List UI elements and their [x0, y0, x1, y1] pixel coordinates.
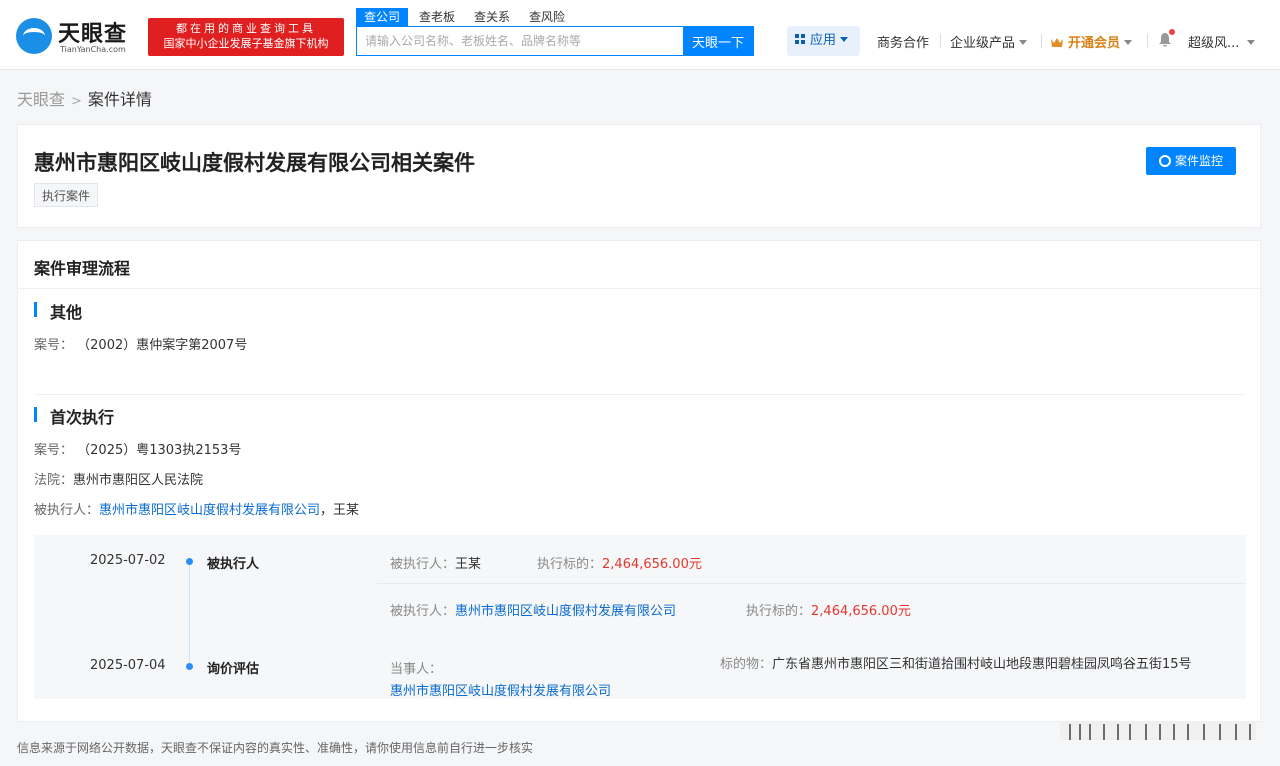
- slogan-line2: 国家中小企业发展子基金旗下机构: [163, 37, 329, 50]
- timeline-object: 标的物：广东省惠州市惠阳区三和街道拾围村岐山地段惠阳碧桂园凤鸣谷五街15号: [720, 654, 1220, 676]
- timeline-type: 询价评估: [207, 662, 260, 677]
- amount-label: 执行标的：: [537, 557, 603, 572]
- logo-name: 天眼查: [58, 22, 128, 47]
- nav-enterprise[interactable]: 企业级产品: [950, 32, 1028, 51]
- person-value: 王某: [455, 557, 482, 572]
- timeline-dot: [186, 663, 193, 670]
- nav-app-menu[interactable]: 应用: [787, 26, 860, 56]
- case-monitor-button[interactable]: 案件监控: [1146, 147, 1236, 175]
- timeline-date: 2025-07-04: [90, 658, 166, 673]
- case-timeline: 2025-07-02 被执行人 被执行人：王某 执行标的：2,464,656.0…: [34, 535, 1246, 699]
- slogan-line1: 都在用的商业查询工具: [176, 22, 316, 35]
- exec-executed-person: 王某: [333, 503, 360, 518]
- case-process-card: 案件审理流程 其他 案号： （2002）惠仲案字第2007号 首次执行 案号： …: [17, 240, 1261, 722]
- exec-executed-sep: ，: [320, 503, 334, 518]
- nav-app-label: 应用: [810, 33, 837, 48]
- exec-executed-label: 被执行人：: [34, 503, 100, 518]
- timeline-line: [189, 561, 190, 665]
- nav-business[interactable]: 商务合作: [877, 32, 929, 51]
- nav-enterprise-label: 企业级产品: [950, 36, 1016, 51]
- tianyancha-logo[interactable]: 天眼查 TianYanCha.com: [16, 16, 144, 56]
- person-label: 被执行人：: [390, 557, 456, 572]
- tab-company[interactable]: 查公司: [356, 8, 409, 26]
- process-header: 案件审理流程: [18, 241, 1260, 289]
- breadcrumb-current: 案件详情: [87, 90, 152, 109]
- object-value: 广东省惠州市惠阳区三和街道拾围村岐山地段惠阳碧桂园凤鸣谷五街15号: [772, 657, 1192, 672]
- person-company-link[interactable]: 惠州市惠阳区岐山度假村发展有限公司: [455, 604, 676, 619]
- amount-value: 2,464,656.00元: [602, 557, 702, 572]
- party-company-link[interactable]: 惠州市惠阳区岐山度假村发展有限公司: [390, 684, 611, 699]
- exec-case-no: 案号： （2025）粤1303执2153号: [34, 439, 241, 458]
- timeline-date: 2025-07-02: [90, 553, 166, 568]
- timeline-entry-amount: 执行标的：2,464,656.00元: [537, 553, 702, 572]
- case-title-card: 惠州市惠阳区岐山度假村发展有限公司相关案件 执行案件 案件监控: [17, 124, 1261, 228]
- nav-user-menu[interactable]: 超级风...: [1188, 32, 1256, 51]
- chevron-down-icon: [1124, 40, 1133, 45]
- exec-case-no-label: 案号：: [34, 443, 74, 458]
- party-label: 当事人：: [390, 662, 443, 677]
- timeline-type: 被执行人: [207, 557, 260, 572]
- case-type-tag: 执行案件: [34, 183, 99, 207]
- exec-executed: 被执行人：惠州市惠阳区岐山度假村发展有限公司，王某: [34, 499, 359, 518]
- timeline-dot: [186, 558, 193, 565]
- chevron-down-icon: [840, 37, 849, 42]
- monitor-eye-icon: [1158, 155, 1171, 167]
- amount-value: 2,464,656.00元: [811, 604, 911, 619]
- object-label: 标的物：: [720, 657, 773, 672]
- other-case-no-value: （2002）惠仲案字第2007号: [77, 338, 248, 353]
- grid-apps-icon: [795, 34, 806, 45]
- exec-court-value: 惠州市惠阳区人民法院: [73, 473, 204, 488]
- case-title: 惠州市惠阳区岐山度假村发展有限公司相关案件: [34, 151, 475, 175]
- tab-boss[interactable]: 查老板: [411, 8, 463, 26]
- timeline-entry-person: 被执行人：惠州市惠阳区岐山度假村发展有限公司: [390, 600, 676, 619]
- timeline-party: 惠州市惠阳区岐山度假村发展有限公司: [390, 680, 611, 699]
- tab-risk[interactable]: 查风险: [521, 8, 573, 26]
- exec-court-label: 法院：: [34, 473, 74, 488]
- crown-icon: [1051, 38, 1063, 47]
- search-button[interactable]: 天眼一下: [683, 27, 753, 55]
- breadcrumb: 天眼查 > 案件详情: [17, 86, 152, 110]
- notification-dot: [1169, 29, 1175, 35]
- timeline-party-label: 当事人：: [390, 658, 442, 677]
- nav-divider: [1041, 34, 1042, 48]
- timeline-entry-amount: 执行标的：2,464,656.00元: [746, 600, 911, 619]
- stage-divider: [34, 394, 1246, 395]
- exec-case-no-value: （2025）粤1303执2153号: [77, 443, 242, 458]
- chevron-right-icon: >: [71, 94, 82, 109]
- footer-disclaimer: 信息来源于网络公开数据，天眼查不保证内容的真实性、准确性，请你使用信息前自行进一…: [17, 741, 534, 755]
- other-case-no-label: 案号：: [34, 338, 74, 353]
- breadcrumb-root[interactable]: 天眼查: [17, 90, 65, 109]
- search-input[interactable]: [357, 27, 683, 55]
- nav-divider: [1147, 34, 1148, 48]
- timeline-row-divider: [377, 583, 1246, 584]
- nav-vip[interactable]: 开通会员: [1050, 32, 1133, 51]
- nav-user-label: 超级风...: [1188, 36, 1240, 51]
- top-header: 天眼查 TianYanCha.com 都在用的商业查询工具 国家中小企业发展子基…: [0, 0, 1280, 70]
- case-monitor-label: 案件监控: [1174, 154, 1223, 168]
- exec-executed-company-link[interactable]: 惠州市惠阳区岐山度假村发展有限公司: [99, 503, 320, 518]
- exec-court: 法院：惠州市惠阳区人民法院: [34, 469, 203, 488]
- search-box: 天眼一下: [356, 26, 754, 56]
- process-title: 案件审理流程: [34, 259, 131, 278]
- timeline-entry-person: 被执行人：王某: [390, 553, 481, 572]
- stage-first-exec-title: 首次执行: [34, 404, 114, 428]
- slogan-banner: 都在用的商业查询工具 国家中小企业发展子基金旗下机构: [148, 18, 344, 56]
- nav-divider: [940, 34, 941, 48]
- amount-label: 执行标的：: [746, 604, 812, 619]
- chevron-down-icon: [1247, 40, 1256, 45]
- nav-vip-label: 开通会员: [1068, 36, 1121, 51]
- person-label: 被执行人：: [390, 604, 456, 619]
- logo-en: TianYanCha.com: [60, 45, 126, 54]
- other-case-no: 案号： （2002）惠仲案字第2007号: [34, 334, 247, 353]
- tianyancha-logo-icon: [16, 18, 52, 54]
- chevron-down-icon: [1019, 40, 1028, 45]
- search-tabs: 查公司 查老板 查关系 查风险: [356, 8, 576, 26]
- stage-other-title: 其他: [34, 299, 82, 323]
- watermark-logo: [1060, 722, 1256, 740]
- tab-relation[interactable]: 查关系: [466, 8, 518, 26]
